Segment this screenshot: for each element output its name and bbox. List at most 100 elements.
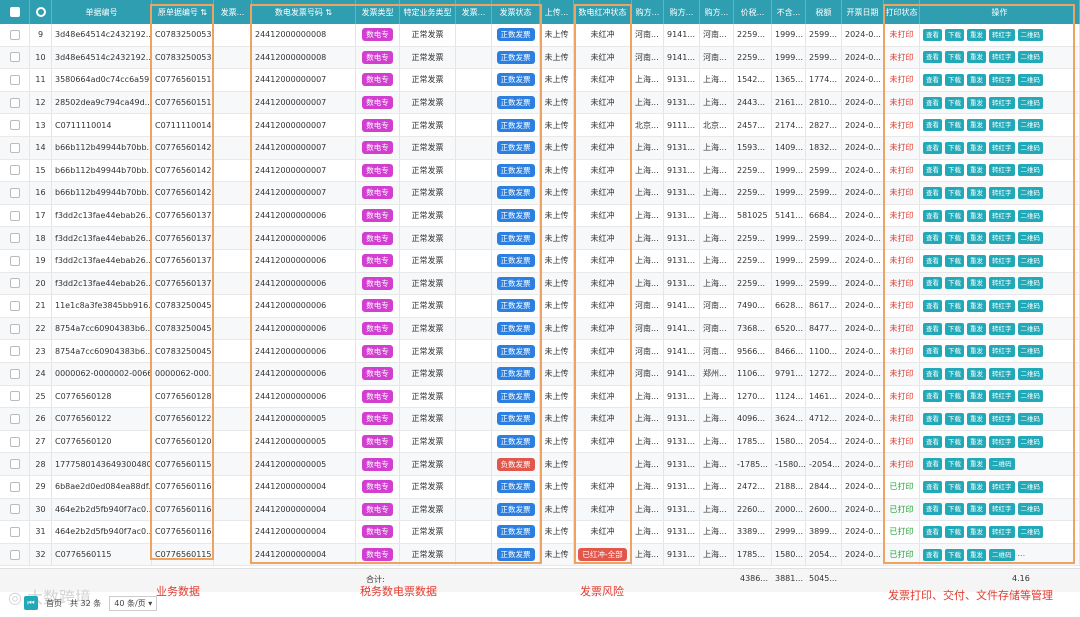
col-invoice-no[interactable]: 数电发票号码 ⇅ [252,0,356,24]
view-button[interactable]: 查看 [923,548,942,561]
table-row[interactable]: 18 f3dd2c13fae44ebab26... C0776560137 24412… [0,227,1080,250]
to-red-button[interactable]: 转红字 [989,277,1015,290]
view-button[interactable]: 查看 [923,232,942,245]
to-red-button[interactable]: 转红字 [989,322,1015,335]
col-buyer2[interactable]: 购方... [664,0,700,24]
to-red-button[interactable]: 转红字 [989,141,1015,154]
col-buyer3[interactable]: 购方... [700,0,734,24]
to-red-button[interactable]: 转红字 [989,232,1015,245]
row-checkbox[interactable] [9,278,20,289]
table-row[interactable]: 32 C0776560115 C0776560115 24412000000004 数电… [0,543,1080,567]
resend-button[interactable]: 重发 [967,28,986,41]
resend-button[interactable]: 重发 [967,345,986,358]
resend-button[interactable]: 重发 [967,254,986,267]
table-row[interactable]: 30 464e2b2d5fb940f7ac0... C0776560116 24412… [0,498,1080,522]
view-button[interactable]: 查看 [923,367,942,380]
to-red-button[interactable]: 转红字 [989,299,1015,312]
table-row[interactable]: 10 3d48e64514c2432192... C0783250053 244120… [0,46,1080,70]
row-checkbox[interactable] [9,526,20,537]
view-button[interactable]: 查看 [923,277,942,290]
resend-button[interactable]: 重发 [967,299,986,312]
qrcode-button[interactable]: 二维码 [1017,73,1043,86]
table-row[interactable]: 13 C0711110014 C0711110014 24412000000007 数电… [0,114,1080,137]
row-checkbox[interactable] [9,413,20,424]
sort-icon[interactable]: ⇅ [325,8,332,17]
resend-button[interactable]: 重发 [967,548,986,561]
select-all-checkbox[interactable] [9,7,20,17]
qrcode-button[interactable]: 二维码 [1017,232,1043,245]
row-checkbox[interactable] [9,52,20,63]
qrcode-button[interactable]: 二维码 [1017,28,1043,41]
qrcode-button[interactable]: 二维码 [989,548,1015,561]
to-red-button[interactable]: 转红字 [989,186,1015,199]
download-button[interactable]: 下载 [945,119,964,132]
row-checkbox[interactable] [9,255,20,266]
row-checkbox[interactable] [9,459,20,470]
resend-button[interactable]: 重发 [967,119,986,132]
col-biz-type[interactable]: 特定业务类型 [400,0,456,24]
table-row[interactable]: 19 f3dd2c13fae44ebab26... C0776560137 24412… [0,250,1080,273]
row-checkbox[interactable] [9,481,20,492]
to-red-button[interactable]: 转红字 [989,254,1015,267]
col-total[interactable]: 价税... [734,0,772,24]
resend-button[interactable]: 重发 [967,390,986,403]
to-red-button[interactable]: 转红字 [989,96,1015,109]
qrcode-button[interactable]: 二维码 [1017,345,1043,358]
row-checkbox[interactable] [9,29,20,40]
resend-button[interactable]: 重发 [967,412,986,425]
row-checkbox[interactable] [9,97,20,108]
download-button[interactable]: 下载 [945,73,964,86]
first-page-label[interactable]: 首页 [46,598,62,609]
table-row[interactable]: 15 b66b112b49944b70bb... C0776560142 244120… [0,159,1080,183]
qrcode-button[interactable]: 二维码 [1017,322,1043,335]
col-tax[interactable]: 税额 [806,0,842,24]
row-checkbox[interactable] [9,549,20,560]
view-button[interactable]: 查看 [923,186,942,199]
col-issuer[interactable]: 发票... [214,0,252,24]
download-button[interactable]: 下载 [945,254,964,267]
to-red-button[interactable]: 转红字 [989,435,1015,448]
col-red-status[interactable]: 数电红冲状态 [574,0,632,24]
resend-button[interactable]: 重发 [967,141,986,154]
col-invoice-status[interactable]: 发票状态 [492,0,540,24]
view-button[interactable]: 查看 [923,141,942,154]
table-row[interactable]: 27 C0776560120 C0776560120 24412000000005 数电… [0,430,1080,454]
more-button[interactable]: ... [1018,549,1026,561]
table-row[interactable]: 31 464e2b2d5fb940f7ac0... C0776560116 24412… [0,521,1080,544]
resend-button[interactable]: 重发 [967,232,986,245]
download-button[interactable]: 下载 [945,367,964,380]
sort-icon[interactable]: ⇅ [200,8,207,17]
download-button[interactable]: 下载 [945,435,964,448]
qrcode-button[interactable]: 二维码 [1017,254,1043,267]
resend-button[interactable]: 重发 [967,186,986,199]
resend-button[interactable]: 重发 [967,367,986,380]
view-button[interactable]: 查看 [923,164,942,177]
col-bill-no[interactable]: 单据编号 [52,0,152,24]
table-row[interactable]: 25 C0776560128 C0776560128 24412000000006 数电… [0,385,1080,409]
download-button[interactable]: 下载 [945,141,964,154]
view-button[interactable]: 查看 [923,119,942,132]
first-page-button[interactable]: ⏮ [24,596,38,610]
download-button[interactable]: 下载 [945,232,964,245]
view-button[interactable]: 查看 [923,322,942,335]
gear-icon[interactable] [35,7,46,17]
row-checkbox[interactable] [9,391,20,402]
download-button[interactable]: 下载 [945,503,964,516]
view-button[interactable]: 查看 [923,525,942,538]
qrcode-button[interactable]: 二维码 [1017,299,1043,312]
to-red-button[interactable]: 转红字 [989,51,1015,64]
download-button[interactable]: 下载 [945,322,964,335]
col-buyer1[interactable]: 购方... [632,0,664,24]
qrcode-button[interactable]: 二维码 [1017,96,1043,109]
row-checkbox[interactable] [9,368,20,379]
col-invoice-type[interactable]: 发票类型 [356,0,400,24]
qrcode-button[interactable]: 二维码 [1017,51,1043,64]
qrcode-button[interactable]: 二维码 [1017,367,1043,380]
resend-button[interactable]: 重发 [967,435,986,448]
to-red-button[interactable]: 转红字 [989,164,1015,177]
view-button[interactable]: 查看 [923,299,942,312]
qrcode-button[interactable]: 二维码 [1017,164,1043,177]
row-checkbox[interactable] [9,346,20,357]
resend-button[interactable]: 重发 [967,525,986,538]
download-button[interactable]: 下载 [945,548,964,561]
